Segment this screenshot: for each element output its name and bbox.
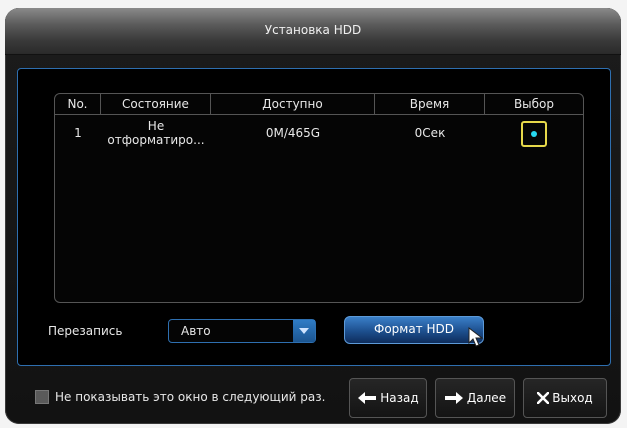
footer-bar: Не показывать это окно в следующий раз. … <box>5 372 621 424</box>
back-label: Назад <box>380 391 419 405</box>
overwrite-value: Авто <box>181 324 211 338</box>
status-line-2: отформатиро... <box>107 133 205 147</box>
cell-time: 0Сек <box>414 126 446 140</box>
header-select: Выбор <box>513 97 555 111</box>
dont-show-checkbox[interactable] <box>35 390 49 404</box>
status-line-1: Не <box>147 119 165 133</box>
header-available: Доступно <box>211 94 375 114</box>
exit-label: Выход <box>552 391 593 405</box>
select-checkbox[interactable] <box>521 121 547 147</box>
main-panel: No. Состояние Доступно Время Выбор 1 Не … <box>17 68 611 366</box>
dont-show-label: Не показывать это окно в следующий раз. <box>55 390 326 404</box>
exit-button[interactable]: Выход <box>523 378 607 418</box>
overwrite-row: Перезапись Авто Формат HDD <box>18 315 610 347</box>
header-no: No. <box>55 94 101 114</box>
hdd-table: No. Состояние Доступно Время Выбор 1 Не … <box>54 93 584 303</box>
cell-status: Не отформатиро... <box>101 115 211 155</box>
arrow-left-icon <box>358 392 377 404</box>
close-icon <box>537 392 550 404</box>
cell-available: 0M/465G <box>265 126 321 140</box>
overwrite-label: Перезапись <box>48 324 123 338</box>
cell-select <box>485 115 583 155</box>
format-hdd-button[interactable]: Формат HDD <box>344 316 484 344</box>
mouse-cursor-icon <box>468 327 484 347</box>
selected-dot-icon <box>531 131 537 137</box>
window-title: Установка HDD <box>264 22 362 37</box>
cell-no: 1 <box>74 126 82 140</box>
overwrite-dropdown[interactable]: Авто <box>168 319 316 343</box>
header-status: Состояние <box>101 94 211 114</box>
chevron-down-icon[interactable] <box>293 320 315 342</box>
title-bar: Установка HDD <box>5 8 621 55</box>
back-button[interactable]: Назад <box>349 378 427 418</box>
hdd-setup-window: Установка HDD No. Состояние Доступно Вре… <box>5 8 621 424</box>
header-time: Время <box>375 94 485 114</box>
next-label: Далее <box>466 391 507 405</box>
next-button[interactable]: Далее <box>435 378 515 418</box>
table-row[interactable]: 1 Не отформатиро... 0M/465G 0Сек <box>55 115 583 155</box>
table-header: No. Состояние Доступно Время Выбор <box>55 94 583 115</box>
arrow-right-icon <box>444 392 463 404</box>
